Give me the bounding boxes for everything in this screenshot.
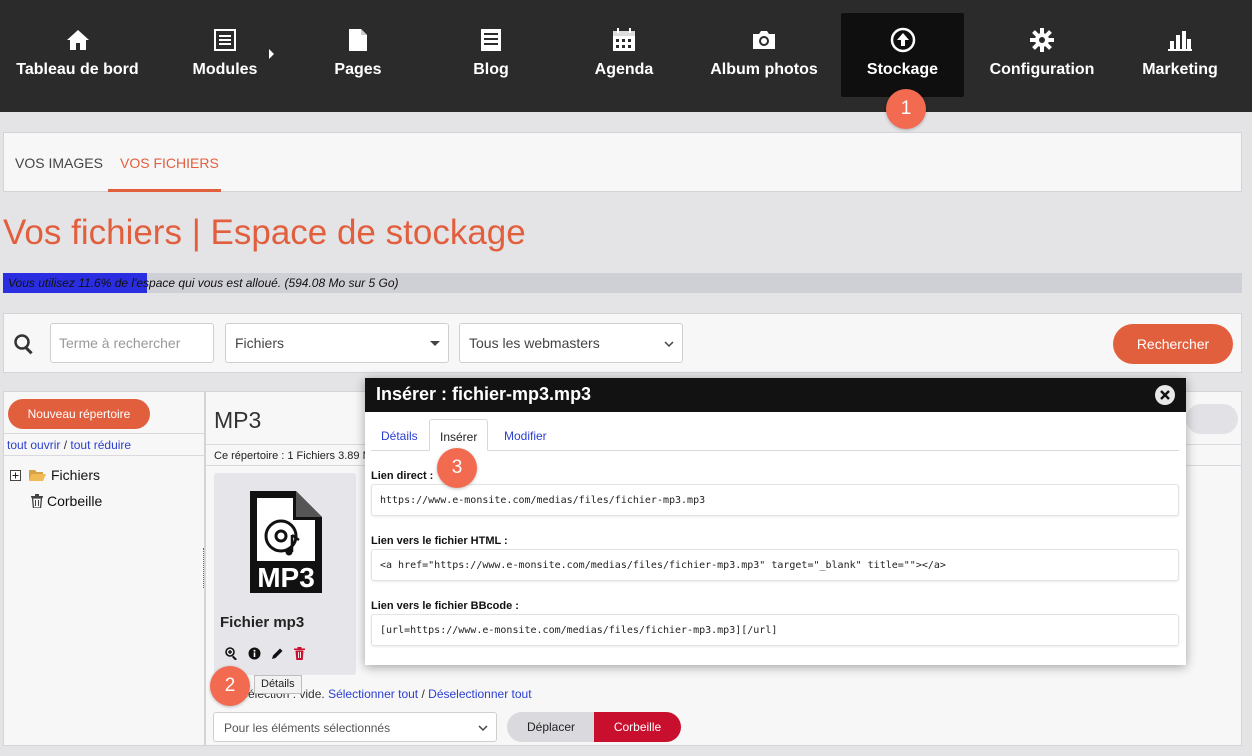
- mp3-icon-text: MP3: [257, 562, 315, 593]
- file-type-value: Fichiers: [235, 335, 285, 351]
- mp3-file-icon: MP3: [246, 489, 324, 602]
- nav-label: Agenda: [594, 61, 654, 78]
- edit-icon[interactable]: [271, 647, 284, 660]
- nav-label: Configuration: [989, 61, 1095, 78]
- modal-tabs: Détails Insérer Modifier: [371, 419, 1179, 451]
- nav-label: Pages: [334, 61, 382, 78]
- nav-label: Marketing: [1142, 61, 1218, 78]
- page-title: Vos fichiers | Espace de stockage: [3, 213, 526, 252]
- link-separator: /: [421, 687, 425, 701]
- direct-link-field[interactable]: https://www.e-monsite.com/medias/files/f…: [371, 484, 1179, 516]
- page-icon: [345, 27, 371, 53]
- chevron-right-icon: [269, 49, 274, 59]
- calendar-icon: [611, 27, 637, 53]
- file-actions: [225, 647, 305, 660]
- tree-label: Fichiers: [51, 467, 101, 483]
- list-icon: [212, 27, 238, 53]
- storage-usage-text: Vous utilisez 11.6% de l'espace qui vous…: [8, 276, 399, 290]
- folder-icon: [29, 469, 46, 482]
- nav-label: Album photos: [710, 61, 818, 78]
- bbcode-link-field[interactable]: [url=https://www.e-monsite.com/medias/fi…: [371, 614, 1179, 646]
- tab-details[interactable]: Détails: [371, 419, 428, 451]
- nav-label: Stockage: [866, 61, 939, 78]
- nav-item-blog[interactable]: Blog: [445, 13, 537, 97]
- top-navigation: Tableau de bord Modules Pages Blog Agend…: [0, 0, 1252, 112]
- tab-modifier[interactable]: Modifier: [494, 419, 557, 451]
- blog-icon: [478, 27, 504, 53]
- nav-item-album-photos[interactable]: Album photos: [700, 13, 828, 97]
- info-icon[interactable]: [248, 647, 261, 660]
- folder-tree-panel: Nouveau répertoire tout ouvrir / tout ré…: [3, 391, 205, 746]
- expand-icon[interactable]: [10, 469, 21, 481]
- tree-expand-links: tout ouvrir / tout réduire: [4, 433, 204, 456]
- nav-item-modules[interactable]: Modules: [170, 13, 280, 97]
- camera-icon: [751, 27, 777, 53]
- nav-label: Modules: [192, 61, 258, 78]
- direct-link-label: Lien direct :: [371, 470, 434, 482]
- move-button[interactable]: Déplacer: [507, 712, 595, 742]
- active-tab-indicator: [108, 189, 221, 192]
- tree-item-fichiers[interactable]: Fichiers: [10, 467, 100, 483]
- bbcode-link-label: Lien vers le fichier BBcode :: [371, 600, 519, 612]
- search-input[interactable]: Terme à rechercher: [50, 323, 214, 363]
- folder-title: MP3: [214, 407, 262, 433]
- html-link-field[interactable]: <a href="https://www.e-monsite.com/media…: [371, 549, 1179, 581]
- new-directory-button[interactable]: Nouveau répertoire: [8, 399, 150, 429]
- step-marker-3: 3: [437, 448, 477, 488]
- search-button[interactable]: Rechercher: [1113, 324, 1233, 364]
- select-all-link[interactable]: Sélectionner tout: [328, 687, 418, 701]
- storage-usage-bar: Vous utilisez 11.6% de l'espace qui vous…: [3, 273, 1242, 293]
- storage-tabs: VOS IMAGES VOS FICHIERS: [3, 132, 1242, 192]
- html-link-label: Lien vers le fichier HTML :: [371, 535, 508, 547]
- step-marker-2: 2: [210, 666, 250, 706]
- step-marker-1: 1: [886, 89, 926, 129]
- nav-item-dashboard[interactable]: Tableau de bord: [0, 13, 155, 97]
- trash-button[interactable]: Corbeille: [594, 712, 681, 742]
- chevron-down-icon: [664, 337, 674, 353]
- webmaster-select[interactable]: Tous les webmasters: [459, 323, 683, 363]
- trash-icon: [31, 494, 43, 508]
- bar-chart-icon: [1167, 27, 1193, 53]
- nav-label: Blog: [473, 61, 509, 78]
- file-name: Fichier mp3: [220, 614, 305, 631]
- link-separator: /: [63, 438, 68, 452]
- bulk-action-value: Pour les éléments sélectionnés: [224, 721, 391, 735]
- bulk-action-select[interactable]: Pour les éléments sélectionnés: [213, 712, 497, 742]
- modal-title: Insérer : fichier-mp3.mp3: [365, 378, 1186, 412]
- gear-icon: [1029, 27, 1055, 53]
- close-icon[interactable]: [1155, 385, 1175, 405]
- tab-inserer[interactable]: Insérer: [429, 419, 489, 451]
- details-tooltip: Détails: [254, 675, 302, 694]
- file-card[interactable]: MP3 Fichier mp3: [214, 473, 356, 675]
- search-bar: Terme à rechercher Fichiers Tous les web…: [3, 313, 1242, 373]
- nav-item-agenda[interactable]: Agenda: [575, 13, 673, 97]
- file-type-select[interactable]: Fichiers: [225, 323, 449, 363]
- search-icon: [13, 333, 35, 360]
- webmaster-value: Tous les webmasters: [469, 335, 600, 351]
- chevron-down-icon: [478, 722, 488, 737]
- delete-icon[interactable]: [294, 647, 305, 660]
- upload-icon: [890, 27, 916, 53]
- open-all-link[interactable]: tout ouvrir: [7, 438, 60, 452]
- collapse-all-link[interactable]: tout réduire: [70, 438, 131, 452]
- tab-images[interactable]: VOS IMAGES: [15, 155, 103, 171]
- nav-item-pages[interactable]: Pages: [310, 13, 406, 97]
- view-toggle[interactable]: [1186, 404, 1238, 434]
- tree-label: Corbeille: [47, 493, 103, 509]
- deselect-all-link[interactable]: Déselectionner tout: [428, 687, 531, 701]
- caret-down-icon: [430, 341, 440, 346]
- nav-item-marketing[interactable]: Marketing: [1130, 13, 1230, 97]
- nav-label: Tableau de bord: [16, 61, 139, 78]
- nav-item-configuration[interactable]: Configuration: [982, 13, 1102, 97]
- nav-item-stockage[interactable]: Stockage: [841, 13, 964, 97]
- zoom-icon[interactable]: [225, 647, 238, 660]
- home-icon: [65, 27, 91, 53]
- tree-item-corbeille[interactable]: Corbeille: [31, 493, 102, 509]
- insert-modal: Insérer : fichier-mp3.mp3 Détails Insére…: [365, 378, 1186, 665]
- tab-files[interactable]: VOS FICHIERS: [120, 155, 219, 171]
